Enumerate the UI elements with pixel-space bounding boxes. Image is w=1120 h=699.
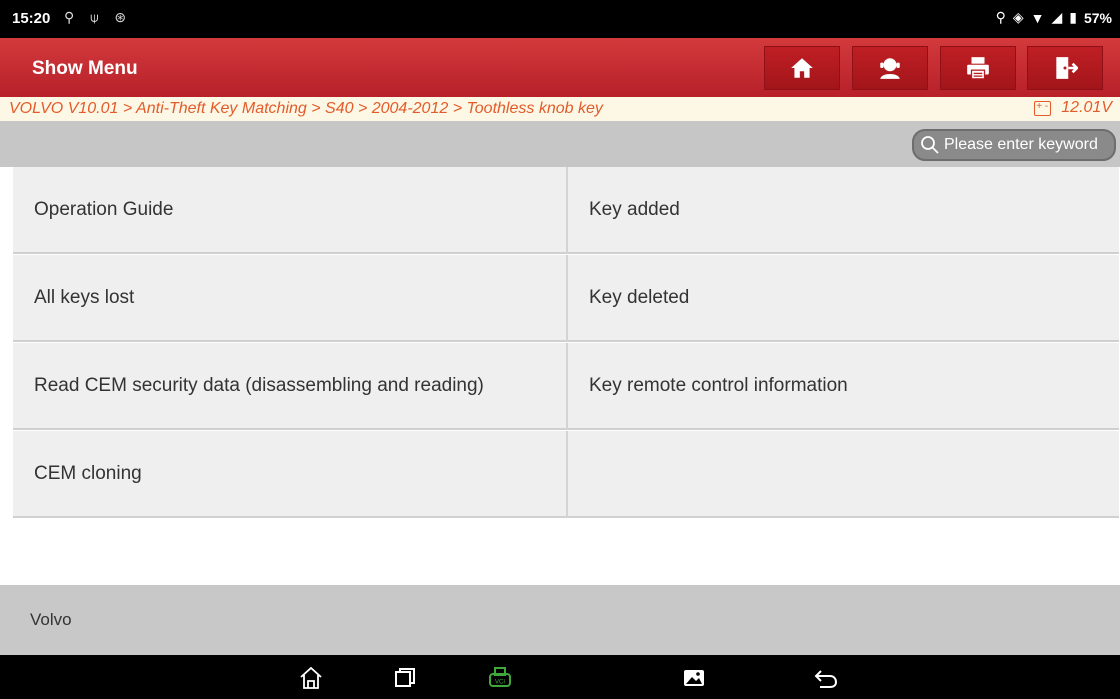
nav-back-button[interactable]: [813, 665, 839, 691]
exit-icon: [1056, 57, 1078, 79]
back-icon: [814, 670, 838, 688]
menu-item-label: Key added: [589, 198, 680, 220]
battery-percent: 57%: [1083, 9, 1112, 26]
menu-item-key-remote-control-info[interactable]: Key remote control information: [566, 343, 1119, 430]
battery-icon: ▮: [1069, 9, 1077, 25]
menu-row: Operation Guide Key added: [13, 167, 1120, 255]
menu-item-operation-guide[interactable]: Operation Guide: [13, 167, 566, 254]
support-button[interactable]: [852, 46, 928, 90]
screenshot-icon: [684, 670, 704, 686]
wifi-icon: ▼: [1030, 9, 1045, 26]
voltage-indicator: 12.01V: [1034, 99, 1112, 117]
page-title: Show Menu: [32, 58, 138, 79]
vibrate-icon: ◈: [1012, 9, 1024, 25]
nav-home-button[interactable]: [298, 665, 324, 691]
search-input[interactable]: [944, 136, 1114, 154]
menu-item-label: All keys lost: [34, 286, 135, 308]
status-time: 15:20: [12, 10, 51, 27]
menu-item-all-keys-lost[interactable]: All keys lost: [13, 255, 566, 342]
breadcrumb: VOLVO V10.01 > Anti-Theft Key Matching >…: [9, 100, 603, 117]
menu-item-cem-cloning[interactable]: CEM cloning: [13, 431, 566, 518]
recents-icon: [395, 668, 415, 687]
menu-grid: Operation Guide Key added All keys lost …: [13, 167, 1120, 519]
menu-row: Read CEM security data (disassembling an…: [13, 343, 1120, 431]
menu-item-read-cem-security-data[interactable]: Read CEM security data (disassembling an…: [13, 343, 566, 430]
search-box[interactable]: [912, 129, 1116, 161]
menu-item-empty: [566, 431, 1119, 518]
print-button[interactable]: [940, 46, 1016, 90]
exit-button[interactable]: [1027, 46, 1103, 90]
menu-item-label: Operation Guide: [34, 198, 174, 220]
menu-item-label: Key deleted: [589, 286, 690, 308]
nav-screenshot-button[interactable]: [681, 665, 707, 691]
signal-icon: ◢: [1051, 9, 1063, 25]
svg-text:VCI: VCI: [495, 680, 505, 686]
home-icon: [300, 666, 322, 689]
breadcrumb-bar: VOLVO V10.01 > Anti-Theft Key Matching >…: [0, 97, 1120, 121]
print-icon: [967, 57, 989, 80]
nav-recents-button[interactable]: [392, 665, 418, 691]
menu-item-key-deleted[interactable]: Key deleted: [566, 255, 1119, 342]
voltage-value: 12.01V: [1061, 99, 1112, 116]
menu-item-key-added[interactable]: Key added: [566, 167, 1119, 254]
status-right-group: ⚲ ◈ ▼ ◢ ▮ 57%: [996, 9, 1112, 26]
menu-item-label: Key remote control information: [589, 374, 848, 396]
footer-brand-label: Volvo: [30, 610, 72, 629]
home-icon: [791, 58, 813, 78]
navigation-bar: VCI: [0, 655, 1120, 699]
notification-icons: ⚲ ⍦ ⊛: [64, 9, 133, 25]
menu-item-label: CEM cloning: [34, 462, 142, 484]
nav-vci-button[interactable]: VCI: [487, 665, 513, 691]
menu-item-label: Read CEM security data (disassembling an…: [34, 374, 484, 396]
user-support-icon: [880, 58, 900, 79]
search-area: [0, 121, 1120, 167]
vci-icon: VCI: [489, 667, 511, 687]
location-icon: ⚲: [995, 9, 1006, 25]
footer-bar: Volvo: [0, 585, 1120, 655]
title-bar: Show Menu: [0, 38, 1120, 97]
search-icon: [920, 135, 940, 155]
car-battery-icon: [1034, 100, 1052, 116]
menu-row: All keys lost Key deleted: [13, 255, 1120, 343]
menu-row: CEM cloning: [13, 431, 1120, 519]
status-bar: 15:20 ⚲ ⍦ ⊛ ⚲ ◈ ▼ ◢ ▮ 57%: [0, 0, 1120, 38]
home-button[interactable]: [764, 46, 840, 90]
